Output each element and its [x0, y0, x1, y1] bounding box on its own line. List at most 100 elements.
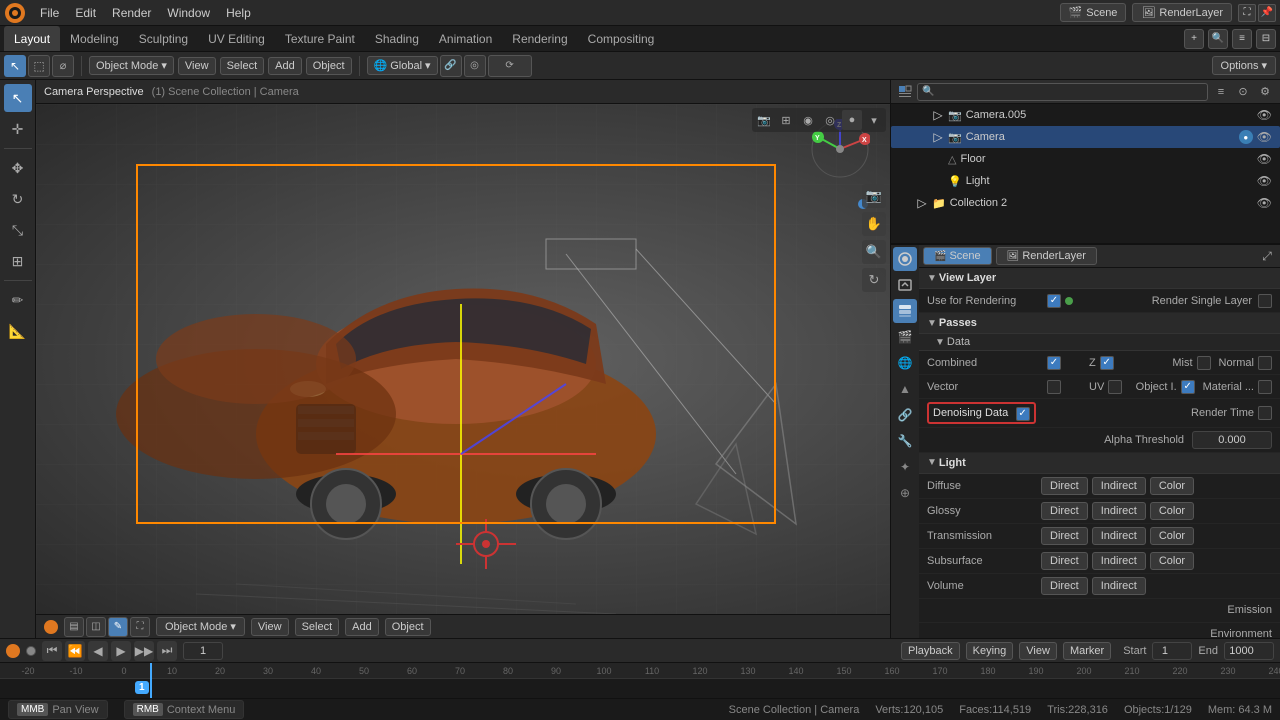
filter-btn[interactable]: ≡	[1232, 29, 1252, 49]
collection2-visibility[interactable]: 👁	[1257, 196, 1272, 210]
shading-dropdown[interactable]: ▾	[864, 110, 884, 130]
alpha-threshold-input[interactable]: 0.000	[1192, 431, 1272, 449]
prop-tab-world[interactable]: 🌐	[893, 351, 917, 375]
subsurface-direct-btn[interactable]: Direct	[1041, 552, 1088, 570]
light-section-header[interactable]: ▼ Light	[919, 453, 1280, 474]
tab-shading[interactable]: Shading	[365, 26, 429, 51]
volume-indirect-btn[interactable]: Indirect	[1092, 577, 1146, 595]
tool-measure[interactable]: 📐	[4, 317, 32, 345]
proportional-btn[interactable]: ◎	[464, 55, 486, 77]
object-mode-btn[interactable]: Object Mode ▾	[156, 617, 245, 636]
passes-header[interactable]: ▼ Passes	[919, 313, 1280, 334]
z-checkbox[interactable]: ✓	[1100, 356, 1114, 370]
global-dropdown[interactable]: 🌐 Global ▾	[367, 56, 438, 75]
tab-texture-paint[interactable]: Texture Paint	[275, 26, 365, 51]
transmission-direct-btn[interactable]: Direct	[1041, 527, 1088, 545]
menu-edit[interactable]: Edit	[67, 4, 104, 22]
start-frame-input[interactable]	[1152, 642, 1192, 660]
viewport-add-btn[interactable]: Add	[345, 618, 379, 636]
jump-prev-key-btn[interactable]: ⏪	[65, 641, 85, 661]
vector-checkbox[interactable]	[1047, 380, 1061, 394]
timeline-editor-type[interactable]	[6, 644, 20, 658]
options-dropdown[interactable]: Options ▾	[1212, 56, 1276, 75]
use-for-rendering-checkbox[interactable]: ✓	[1047, 294, 1061, 308]
prop-tab-view-layer[interactable]	[893, 299, 917, 323]
menu-render[interactable]: Render	[104, 4, 159, 22]
lasso-select-tool[interactable]: ⌀	[52, 55, 74, 77]
outliner-item-camera005[interactable]: ▷ 📷 Camera.005 👁	[891, 104, 1280, 126]
pin-btn[interactable]: 📌	[1258, 4, 1276, 22]
snap-btn[interactable]: 🔗	[440, 55, 462, 77]
play-btn[interactable]: ▶	[111, 641, 131, 661]
marker-dropdown[interactable]: Marker	[1063, 642, 1111, 660]
viewport-view-btn[interactable]: View	[251, 618, 289, 636]
select-tool-cursor[interactable]: ↖	[4, 55, 26, 77]
viewport-canvas[interactable]: X Y Z	[36, 104, 890, 614]
prop-tab-modifiers[interactable]: 🔧	[893, 429, 917, 453]
vp-hand-icon[interactable]: ✋	[862, 212, 886, 236]
record-btn[interactable]	[26, 646, 36, 656]
combined-checkbox[interactable]: ✓	[1047, 356, 1061, 370]
prop-tab-physics[interactable]: ⊕	[893, 481, 917, 505]
playback-dropdown[interactable]: Playback	[901, 642, 960, 660]
step-prev-btn[interactable]: ◀	[88, 641, 108, 661]
diffuse-indirect-btn[interactable]: Indirect	[1092, 477, 1146, 495]
transform-options[interactable]: ⟳	[488, 55, 532, 77]
volume-direct-btn[interactable]: Direct	[1041, 577, 1088, 595]
transmission-indirect-btn[interactable]: Indirect	[1092, 527, 1146, 545]
shading-material-btn[interactable]: ●	[842, 110, 862, 130]
tool-annotate[interactable]: ✏	[4, 286, 32, 314]
tool-move[interactable]: ✥	[4, 154, 32, 182]
outliner-sync[interactable]: ⊙	[1234, 83, 1252, 101]
select-btn[interactable]: Select	[220, 57, 265, 75]
tool-transform[interactable]: ⊞	[4, 247, 32, 275]
editor-type-btn[interactable]	[44, 620, 58, 634]
tool-cursor[interactable]: ✛	[4, 115, 32, 143]
tab-animation[interactable]: Animation	[429, 26, 502, 51]
glossy-indirect-btn[interactable]: Indirect	[1092, 502, 1146, 520]
menu-help[interactable]: Help	[218, 4, 259, 22]
render-layer-selector[interactable]: 🖼 RenderLayer	[1132, 3, 1232, 22]
outliner-item-collection2[interactable]: ▷ 📁 Collection 2 👁	[891, 192, 1280, 214]
subsurface-color-btn[interactable]: Color	[1150, 552, 1194, 570]
tool-annotate2-btn[interactable]: ✎	[108, 617, 128, 637]
keying-dropdown[interactable]: Keying	[966, 642, 1014, 660]
scene-selector[interactable]: 🎬 Scene	[1060, 3, 1127, 22]
outliner-item-camera[interactable]: ▷ 📷 Camera ● 👁	[891, 126, 1280, 148]
tool-overlay-btn[interactable]: ◫	[86, 617, 106, 637]
mode-dropdown[interactable]: Object Mode ▾	[89, 56, 174, 75]
shading-solid-btn[interactable]: ◉	[798, 110, 818, 130]
add-btn[interactable]: Add	[268, 57, 302, 75]
tool-select[interactable]: ↖	[4, 84, 32, 112]
normal-checkbox[interactable]	[1258, 356, 1272, 370]
tab-sculpting[interactable]: Sculpting	[129, 26, 198, 51]
light-visibility[interactable]: 👁	[1257, 174, 1272, 188]
timeline-body[interactable]: -20 -10 0 10 20 30 40 50 60 70 80 90 100…	[0, 663, 1280, 698]
scene-tab-btn[interactable]: 🎬 Scene	[923, 247, 992, 265]
denoising-checkbox[interactable]: ✓	[1016, 407, 1030, 421]
menu-window[interactable]: Window	[159, 4, 218, 22]
render-time-checkbox[interactable]	[1258, 406, 1272, 420]
search-btn[interactable]: 🔍	[1208, 29, 1228, 49]
object-index-checkbox[interactable]: ✓	[1181, 380, 1195, 394]
shading-wire-btn[interactable]: ⊞	[776, 110, 796, 130]
step-next-btn[interactable]: ▶▶	[134, 641, 154, 661]
viewport-select-btn[interactable]: Select	[295, 618, 340, 636]
vp-camera-icon[interactable]: 📷	[862, 184, 886, 208]
material-checkbox[interactable]	[1258, 380, 1272, 394]
layout-btn[interactable]: ⊟	[1256, 29, 1276, 49]
tool-region-btn[interactable]: ▤	[64, 617, 84, 637]
vp-zoom-icon[interactable]: 🔍	[862, 240, 886, 264]
camera005-visibility[interactable]: 👁	[1257, 108, 1272, 122]
outliner-filter[interactable]: ≡	[1212, 83, 1230, 101]
prop-tab-render[interactable]	[893, 247, 917, 271]
menu-file[interactable]: File	[32, 4, 67, 22]
box-select-tool[interactable]: ⬚	[28, 55, 50, 77]
expand-btn[interactable]: +	[1184, 29, 1204, 49]
shading-rendered-btn[interactable]: ◎	[820, 110, 840, 130]
diffuse-direct-btn[interactable]: Direct	[1041, 477, 1088, 495]
timeline-view-dropdown[interactable]: View	[1019, 642, 1057, 660]
view-btn[interactable]: View	[178, 57, 216, 75]
end-frame-input[interactable]	[1224, 642, 1274, 660]
glossy-direct-btn[interactable]: Direct	[1041, 502, 1088, 520]
